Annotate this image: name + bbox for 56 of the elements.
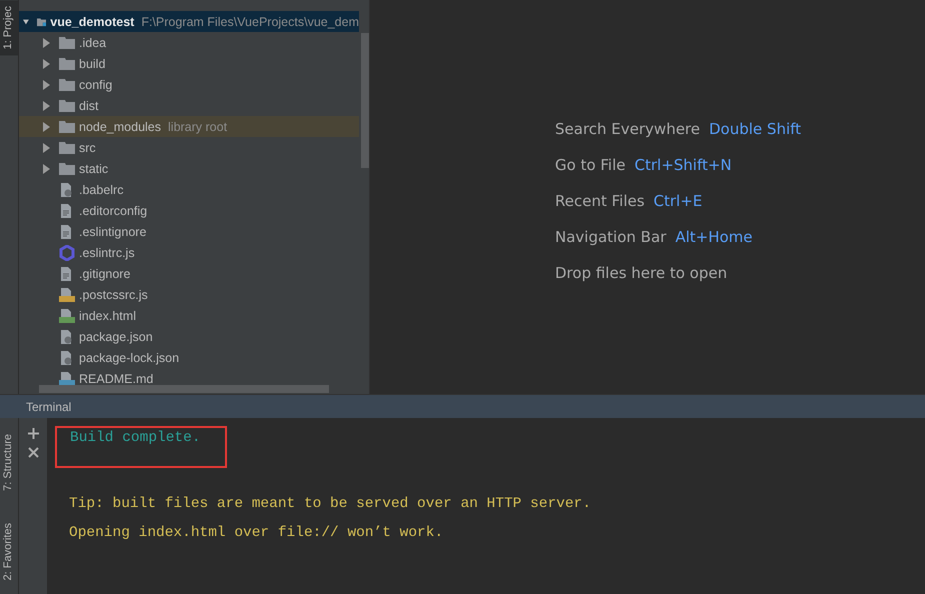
caret-icon[interactable] <box>23 16 29 26</box>
hint-label: Search Everywhere <box>555 120 700 138</box>
tool-window-tab[interactable]: 1: Projec <box>0 0 18 56</box>
caret-icon[interactable] <box>41 38 51 48</box>
file-icon <box>59 308 75 324</box>
scrollbar[interactable] <box>361 33 369 168</box>
terminal-title: Terminal <box>26 400 72 414</box>
tree-row[interactable]: build <box>19 53 359 74</box>
scrollbar[interactable] <box>39 385 329 393</box>
caret-icon[interactable] <box>41 164 51 174</box>
tree-row[interactable]: index.html <box>19 305 359 326</box>
file-icon <box>59 286 75 302</box>
file-icon <box>59 370 75 386</box>
hint-label: Recent Files <box>555 192 645 210</box>
tree-row[interactable]: package.json <box>19 326 359 347</box>
caret-icon[interactable] <box>41 80 51 90</box>
tree-row[interactable]: .babelrc <box>19 179 359 200</box>
hint-label: Navigation Bar <box>555 228 666 246</box>
close-icon[interactable] <box>28 447 38 458</box>
tree-row[interactable]: package-lock.json <box>19 347 359 368</box>
tree-row[interactable]: static <box>19 158 359 179</box>
caret-icon[interactable] <box>41 58 51 68</box>
terminal-line: Opening index.html over file:// won’t work. <box>68 525 444 541</box>
shortcut-text: Alt+Home <box>675 228 753 246</box>
folder-icon <box>59 36 75 49</box>
tree-row[interactable]: dist <box>19 95 359 116</box>
caret-icon[interactable] <box>41 142 51 152</box>
folder-icon <box>59 78 75 91</box>
caret-icon[interactable] <box>41 122 51 132</box>
tree-row[interactable]: vue_demotest F:\Program Files\VueProjects\vue_dem <box>19 11 359 32</box>
folder-icon <box>59 99 75 112</box>
tool-window-tab[interactable]: 2: Favorites <box>0 516 18 586</box>
shortcut-text: Double Shift <box>709 120 802 138</box>
tree-row[interactable]: config <box>19 74 359 95</box>
tree-row[interactable]: .postcssrc.js <box>19 284 359 305</box>
tree-row[interactable]: node_modules library root <box>19 116 359 137</box>
folder-icon <box>59 57 75 70</box>
terminal-line: Tip: built files are meant to be served over an HTTP server. <box>68 496 592 512</box>
folder-icon <box>59 162 75 175</box>
tree-row[interactable]: src <box>19 137 359 158</box>
folder-icon <box>59 141 75 154</box>
shortcut-text: Ctrl+Shift+N <box>634 156 732 174</box>
hint-label: Go to File <box>555 156 626 174</box>
tree-row[interactable]: .eslintrc.js <box>19 242 359 263</box>
tree-row[interactable]: .gitignore <box>19 263 359 284</box>
shortcut-text: Ctrl+E <box>654 192 702 210</box>
tree-row[interactable]: README.md <box>19 368 359 389</box>
caret-icon[interactable] <box>41 100 51 110</box>
folder-icon <box>59 120 75 133</box>
tree-row[interactable]: .idea <box>19 32 359 53</box>
tree-row[interactable]: .eslintignore <box>19 221 359 242</box>
hint-label: Drop files here to open <box>555 264 728 282</box>
tool-window-tab[interactable]: 7: Structure <box>0 428 18 497</box>
plus-icon[interactable] <box>28 428 38 439</box>
tree-row[interactable]: .editorconfig <box>19 200 359 221</box>
hexagon-icon <box>59 244 75 260</box>
